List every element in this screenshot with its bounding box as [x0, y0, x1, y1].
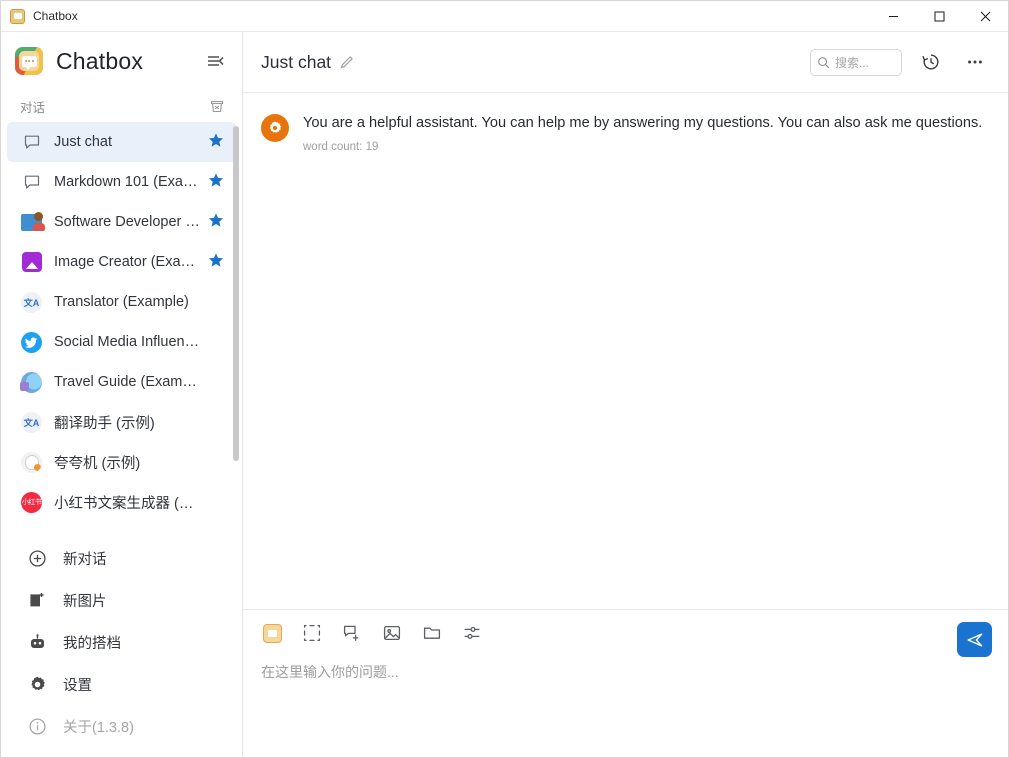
chat-add-icon[interactable]	[341, 622, 363, 644]
conversation-item[interactable]: 小红书小红书文案生成器 (示例)	[7, 482, 236, 522]
sidebar-item-label: 关于(1.3.8)	[63, 716, 134, 737]
send-plane-icon[interactable]	[957, 622, 992, 657]
composer: 在这里输入你的问题...	[243, 609, 1008, 757]
conversation-item[interactable]: Software Developer …	[7, 202, 236, 242]
conversation-item[interactable]: 文A Translator (Example)	[7, 282, 236, 322]
search-icon	[817, 56, 830, 69]
sidebar: Chatbox 对话	[1, 32, 243, 757]
sidebar-brand: Chatbox	[1, 32, 242, 90]
xiaohongshu-avatar-icon: 小红书	[21, 492, 42, 513]
sidebar-item-label: 我的搭档	[63, 632, 121, 653]
conversation-label: Travel Guide (Example)	[54, 374, 202, 390]
translate-avatar-icon: 文A	[21, 412, 42, 433]
message-row: You are a helpful assistant. You can hel…	[243, 107, 1008, 159]
conversation-label: Social Media Influencer (E…	[54, 334, 202, 350]
gear-avatar-icon	[261, 114, 289, 142]
sidebar-nav: 新对话新图片我的搭档设置关于(1.3.8)	[1, 531, 242, 757]
sidebar-item-3[interactable]: 我的搭档	[7, 621, 236, 663]
sidebar-item-label: 新对话	[63, 548, 107, 569]
chat-bubble-icon	[21, 172, 42, 193]
sidebar-item-1[interactable]: 新对话	[7, 537, 236, 579]
app-body: Chatbox 对话	[1, 32, 1008, 757]
sidebar-item-label: 新图片	[63, 590, 107, 611]
star-icon[interactable]	[208, 212, 224, 233]
sidebar-item-2[interactable]: 新图片	[7, 579, 236, 621]
gear-icon	[28, 675, 47, 694]
twitter-avatar-icon	[21, 332, 42, 353]
word-count: word count: 19	[303, 141, 986, 153]
window-controls	[870, 1, 1008, 32]
new-image-icon	[28, 591, 47, 610]
conversation-label: 小红书文案生成器 (示例)	[54, 492, 202, 513]
travel-avatar-icon	[21, 372, 42, 393]
star-icon[interactable]	[208, 252, 224, 273]
chat-header: Just chat 搜索...	[243, 32, 1008, 93]
chatbox-logo-icon	[15, 47, 43, 75]
maximize-icon[interactable]	[916, 1, 962, 32]
pencil-icon[interactable]	[339, 54, 355, 70]
info-icon	[28, 717, 47, 736]
conversation-item[interactable]: Social Media Influencer (E…	[7, 322, 236, 362]
conversation-label: Just chat	[54, 134, 202, 150]
message-input[interactable]: 在这里输入你的问题...	[261, 662, 992, 682]
star-icon[interactable]	[208, 132, 224, 153]
brand-name: Chatbox	[56, 48, 202, 75]
conversation-item[interactable]: Travel Guide (Example)	[7, 362, 236, 402]
title-bar: Chatbox	[1, 1, 1008, 32]
chat-bubble-icon	[21, 132, 42, 153]
sliders-icon[interactable]	[461, 622, 483, 644]
conversation-label: 翻译助手 (示例)	[54, 412, 202, 433]
folder-icon[interactable]	[421, 622, 443, 644]
conversation-label: Markdown 101 (Exa…	[54, 174, 202, 190]
developer-avatar-icon	[21, 212, 42, 233]
app-logo-icon	[10, 9, 25, 24]
sidebar-item-label: 设置	[63, 674, 92, 695]
conversation-item[interactable]: Image Creator (Exa…	[7, 242, 236, 282]
section-label: 对话	[20, 97, 208, 116]
sidebar-item-5[interactable]: 关于(1.3.8)	[7, 705, 236, 747]
history-clock-icon[interactable]	[916, 47, 946, 77]
search-input[interactable]: 搜索...	[810, 49, 902, 76]
conversation-label: Translator (Example)	[54, 294, 202, 310]
conversation-label: Image Creator (Exa…	[54, 254, 202, 270]
conversations-section-header: 对话	[1, 90, 242, 122]
message-list: You are a helpful assistant. You can hel…	[243, 93, 1008, 609]
sidebar-item-4[interactable]: 设置	[7, 663, 236, 705]
message-text: You are a helpful assistant. You can hel…	[303, 113, 986, 134]
conversation-label: Software Developer …	[54, 214, 202, 230]
star-icon[interactable]	[208, 172, 224, 193]
conversation-label: 夸夸机 (示例)	[54, 452, 202, 473]
conversation-list-scrollbar[interactable]	[233, 126, 239, 461]
plus-circle-icon	[28, 549, 47, 568]
composer-toolbar	[261, 622, 992, 644]
main-panel: Just chat 搜索...	[243, 32, 1008, 757]
conversation-list: Just chat Markdown 101 (Exa… Software Deve…	[1, 122, 242, 531]
chatbox-logo-icon[interactable]	[261, 622, 283, 644]
conversation-item[interactable]: Markdown 101 (Exa…	[7, 162, 236, 202]
close-icon[interactable]	[962, 1, 1008, 32]
minimize-icon[interactable]	[870, 1, 916, 32]
praise-bot-avatar-icon	[21, 452, 42, 473]
conversation-item[interactable]: 文A 翻译助手 (示例)	[7, 402, 236, 442]
conversation-item[interactable]: 夸夸机 (示例)	[7, 442, 236, 482]
image-icon[interactable]	[381, 622, 403, 644]
collapse-sidebar-icon[interactable]	[202, 48, 228, 74]
dashed-select-icon[interactable]	[301, 622, 323, 644]
search-placeholder: 搜索...	[835, 54, 869, 71]
window-title: Chatbox	[33, 9, 870, 23]
app-window: Chatbox Chatbox	[0, 0, 1009, 758]
translate-avatar-icon: 文A	[21, 292, 42, 313]
conversation-item[interactable]: Just chat	[7, 122, 236, 162]
image-avatar-icon	[21, 252, 42, 273]
more-dots-icon[interactable]	[960, 47, 990, 77]
trash-icon[interactable]	[208, 97, 226, 115]
page-title: Just chat	[261, 52, 331, 73]
robot-icon	[28, 633, 47, 652]
